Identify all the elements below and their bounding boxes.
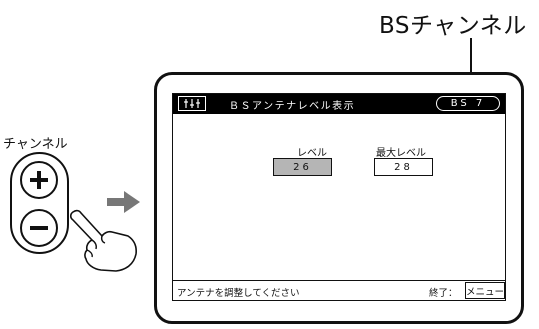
menu-button[interactable]: メニュー bbox=[465, 282, 505, 299]
channel-rocker bbox=[10, 152, 69, 254]
osd-title: ＢＳアンテナレベル表示 bbox=[229, 101, 356, 112]
max-level-label: 最大レベル bbox=[376, 148, 426, 159]
plus-icon bbox=[30, 171, 48, 189]
channel-up-button[interactable] bbox=[20, 161, 58, 199]
channel-down-button[interactable] bbox=[20, 209, 58, 247]
level-label: レベル bbox=[297, 148, 327, 159]
max-level-value: 28 bbox=[374, 158, 433, 176]
minus-icon bbox=[30, 226, 48, 230]
menu-adjust-icon bbox=[178, 96, 206, 111]
osd-header-bar: ＢＳアンテナレベル表示 BS 7 bbox=[173, 94, 505, 114]
remote-channel-label: チャンネル bbox=[3, 137, 68, 152]
footer-divider bbox=[173, 280, 505, 281]
channel-badge: BS 7 bbox=[436, 96, 500, 111]
bs-channel-callout-label: BSチャンネル bbox=[379, 13, 527, 39]
antenna-level-osd: ＢＳアンテナレベル表示 BS 7 レベル 26 最大レベル 28 アンテナを調整… bbox=[172, 93, 506, 301]
exit-label: 終了： bbox=[429, 288, 458, 299]
pressing-hand-icon bbox=[69, 209, 137, 272]
footer-instruction: アンテナを調整してください bbox=[177, 288, 300, 299]
level-value: 26 bbox=[273, 158, 332, 176]
tv-screen: ＢＳアンテナレベル表示 BS 7 レベル 26 最大レベル 28 アンテナを調整… bbox=[154, 72, 524, 324]
